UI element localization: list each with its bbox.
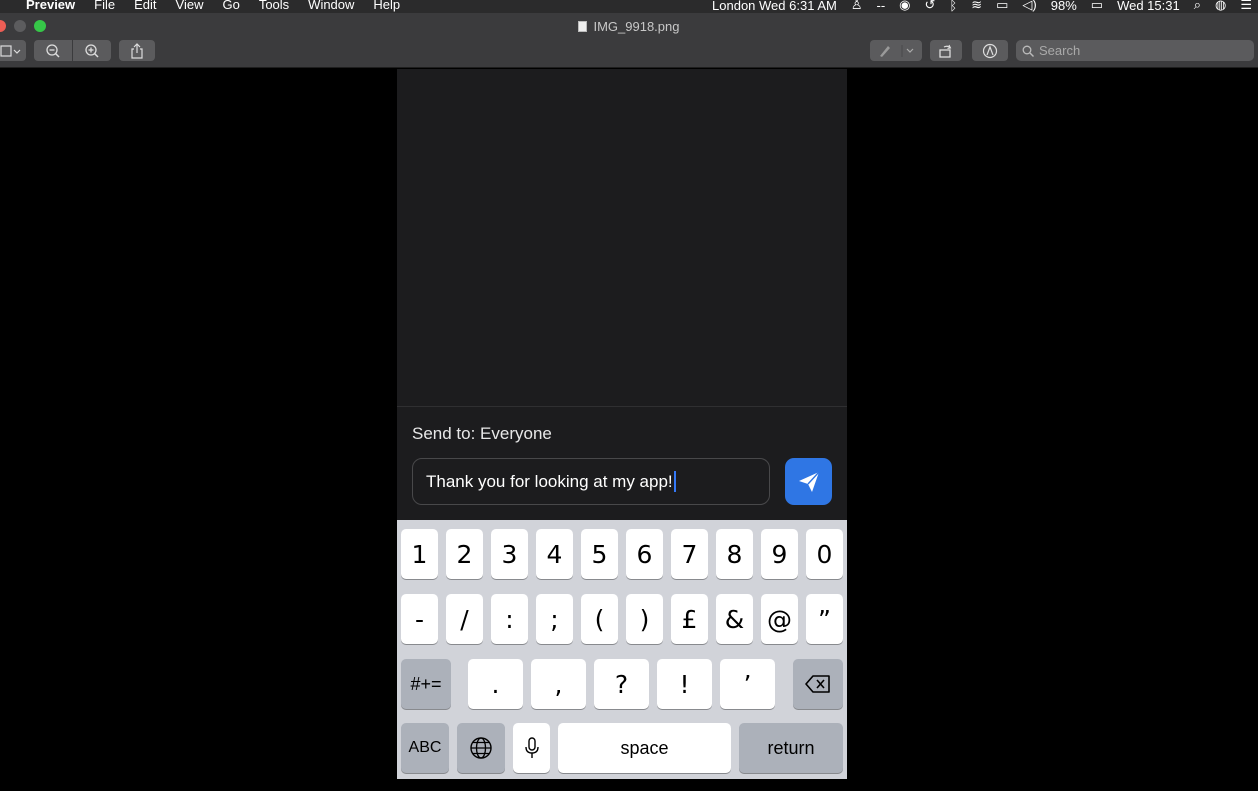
key-8[interactable]: 8	[716, 529, 753, 579]
key-at[interactable]: @	[761, 594, 798, 644]
key-ampersand[interactable]: &	[716, 594, 753, 644]
document-title: IMG_9918.png	[0, 19, 1258, 34]
pen-icon	[880, 44, 914, 57]
battery-percent[interactable]: 98%	[1051, 0, 1077, 13]
key-quote[interactable]: ”	[806, 594, 843, 644]
backspace-icon	[805, 675, 830, 693]
key-colon[interactable]: :	[491, 594, 528, 644]
key-slash[interactable]: /	[446, 594, 483, 644]
microphone-icon	[524, 737, 539, 758]
menu-view[interactable]: View	[176, 0, 204, 12]
key-abc[interactable]: ABC	[401, 723, 449, 773]
share-button[interactable]	[119, 40, 155, 61]
key-return[interactable]: return	[739, 723, 843, 773]
search-placeholder: Search	[1039, 43, 1081, 58]
key-open-paren[interactable]: (	[581, 594, 618, 644]
key-close-paren[interactable]: )	[626, 594, 663, 644]
paper-plane-icon	[798, 471, 820, 492]
siri-icon[interactable]: ◍	[1215, 0, 1226, 13]
volume-icon[interactable]: ◁)	[1022, 0, 1036, 13]
key-space[interactable]: space	[558, 723, 731, 773]
battery-icon[interactable]: ▭	[1091, 0, 1103, 13]
search-icon	[1022, 45, 1034, 57]
send-to-label: Send to: Everyone	[412, 424, 552, 443]
markup-toolbar-button[interactable]	[972, 40, 1008, 61]
window-titlebar: IMG_9918.png Search	[0, 13, 1258, 68]
key-9[interactable]: 9	[761, 529, 798, 579]
phone-screenshot: Send to: Everyone Thank you for looking …	[397, 69, 847, 779]
text-caret	[673, 471, 676, 492]
wifi-icon[interactable]: ≋	[971, 0, 982, 13]
menu-bar: Preview File Edit View Go Tools Window H…	[0, 0, 1258, 13]
menu-clock[interactable]: Wed 15:31	[1117, 0, 1180, 13]
menu-help[interactable]: Help	[373, 0, 400, 12]
zoom-in-button[interactable]	[73, 40, 111, 61]
markup-button[interactable]	[870, 40, 922, 61]
delete-key[interactable]	[793, 659, 843, 709]
send-button[interactable]	[785, 458, 832, 505]
sidebar-toggle-button[interactable]	[0, 40, 26, 61]
rotate-button[interactable]	[930, 40, 962, 61]
zoom-out-icon	[46, 43, 60, 58]
menu-tools[interactable]: Tools	[259, 0, 289, 12]
key-3[interactable]: 3	[491, 529, 528, 579]
key-symbols[interactable]: #+=	[401, 659, 451, 709]
user-icon[interactable]: ♙	[851, 0, 863, 13]
message-list	[397, 69, 847, 407]
world-clock[interactable]: London Wed 6:31 AM	[712, 0, 837, 13]
menu-window[interactable]: Window	[308, 0, 354, 12]
dictation-key[interactable]	[513, 723, 550, 773]
menu-file[interactable]: File	[94, 0, 115, 12]
key-exclamation[interactable]: !	[657, 659, 712, 709]
zoom-in-icon	[85, 43, 99, 58]
document-icon	[578, 21, 588, 32]
key-4[interactable]: 4	[536, 529, 573, 579]
notification-center-icon[interactable]: ☰	[1240, 0, 1252, 13]
rotate-icon	[939, 44, 952, 58]
annotate-icon	[982, 43, 998, 58]
color-icon[interactable]: ◉	[899, 0, 910, 13]
key-period[interactable]: .	[468, 659, 523, 709]
key-apostrophe[interactable]: ’	[720, 659, 775, 709]
keyboard: 1 2 3 4 5 6 7 8 9 0 - / : ; ( ) £ & @ ” …	[397, 520, 847, 779]
menu-go[interactable]: Go	[222, 0, 239, 12]
key-1[interactable]: 1	[401, 529, 438, 579]
message-text: Thank you for looking at my app!	[426, 471, 673, 491]
bluetooth-icon[interactable]: ᛒ	[949, 0, 957, 13]
key-question[interactable]: ?	[594, 659, 649, 709]
spotlight-icon[interactable]: ⌕	[1194, 0, 1201, 13]
search-field[interactable]: Search	[1016, 40, 1254, 61]
key-0[interactable]: 0	[806, 529, 843, 579]
globe-key[interactable]	[457, 723, 505, 773]
key-comma[interactable]: ,	[531, 659, 586, 709]
status-dash[interactable]: --	[876, 0, 885, 13]
key-pound[interactable]: £	[671, 594, 708, 644]
globe-icon	[470, 737, 492, 759]
key-2[interactable]: 2	[446, 529, 483, 579]
zoom-out-button[interactable]	[34, 40, 72, 61]
message-input[interactable]: Thank you for looking at my app!	[412, 458, 770, 505]
airplay-icon[interactable]: ▭	[996, 0, 1008, 13]
key-6[interactable]: 6	[626, 529, 663, 579]
key-hyphen[interactable]: -	[401, 594, 438, 644]
key-7[interactable]: 7	[671, 529, 708, 579]
key-semicolon[interactable]: ;	[536, 594, 573, 644]
menu-app-name[interactable]: Preview	[26, 0, 75, 12]
key-5[interactable]: 5	[581, 529, 618, 579]
share-icon	[131, 42, 143, 59]
menu-edit[interactable]: Edit	[134, 0, 156, 12]
time-machine-icon[interactable]: ↺	[925, 0, 936, 13]
